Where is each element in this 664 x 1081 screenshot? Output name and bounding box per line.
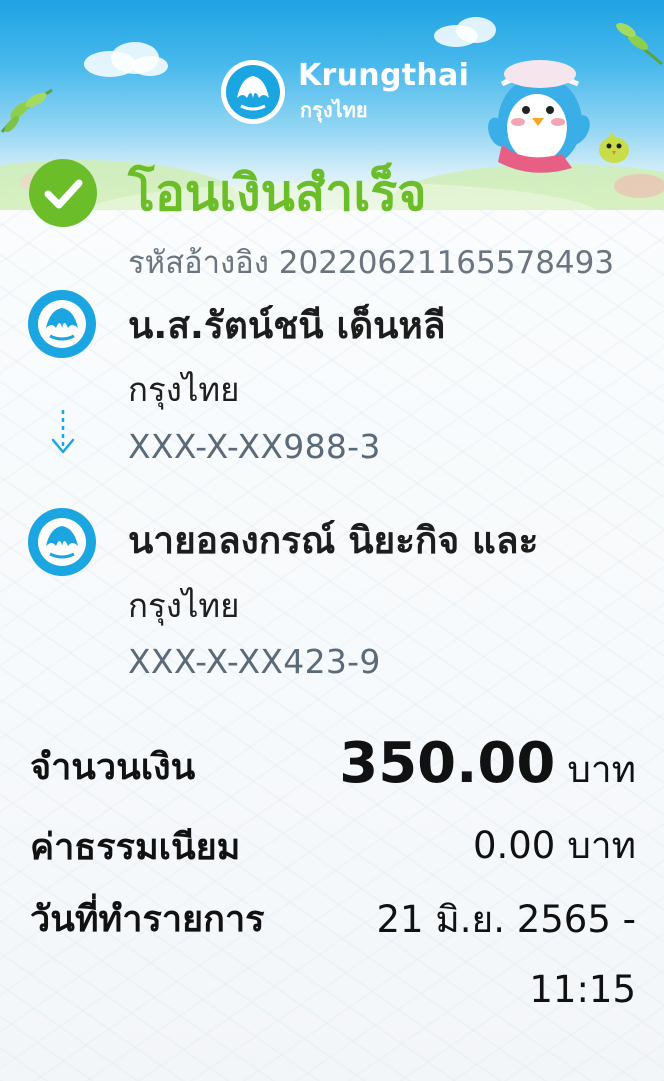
reference-number: 2022062116557849​3 — [278, 245, 615, 281]
receiver-bank: กรุงไทย — [128, 586, 240, 625]
amount-value-row: 350.00 บาท — [339, 726, 636, 815]
check-circle-icon — [29, 159, 97, 227]
leaf-decoration-icon — [615, 23, 663, 66]
fee-value-row: 0.00 บาท — [473, 822, 636, 877]
amount-unit: บาท — [567, 748, 636, 791]
sender-bank-logo-icon — [28, 290, 96, 358]
fee-label: ค่าธรรมเนียม — [30, 827, 241, 868]
receiver-account: XXX-X-XX423-9 — [128, 642, 381, 681]
sender-bank: กรุงไทย — [128, 370, 240, 409]
krungthai-bird-logo-icon — [221, 60, 285, 124]
transfer-slip: Krungthai กรุงไทย โอนเงินสำเร็จ รหัสอ้าง… — [0, 0, 664, 1081]
reference-label: รหัสอ้างอิง — [128, 245, 269, 281]
receiver-bank-logo-icon — [28, 508, 96, 576]
cloud-icon — [84, 42, 168, 77]
sender-name: น.ส.รัตน์ชนี เด็นหลี — [128, 304, 446, 347]
status-title: โอนเงินสำเร็จ — [128, 164, 427, 222]
brand-name-en: Krungthai — [298, 58, 470, 93]
reference-line: รหัสอ้างอิง 2022062116557849​3 — [128, 243, 614, 283]
brand-name-th: กรุงไทย — [300, 98, 368, 122]
fee-unit: บาท — [567, 824, 636, 867]
receiver-name: นายอลงกรณ์ นิยะกิจ และ — [128, 519, 539, 562]
fee-value: 0.00 — [472, 824, 556, 867]
sender-account: XXX-X-XX988-3 — [128, 427, 381, 466]
date-label: วันที่ทำรายการ — [30, 899, 265, 940]
date-value: 21 มิ.ย. 2565 - — [376, 898, 636, 941]
time-value: 11:15 — [529, 968, 636, 1011]
leaf-decoration-icon — [0, 88, 53, 133]
arrow-down-icon — [51, 410, 75, 454]
penguin-mascot-icon — [488, 60, 590, 173]
bird-mascot-icon — [599, 132, 629, 163]
amount-value: 350.00 — [339, 731, 556, 796]
amount-label: จำนวนเงิน — [30, 747, 196, 788]
